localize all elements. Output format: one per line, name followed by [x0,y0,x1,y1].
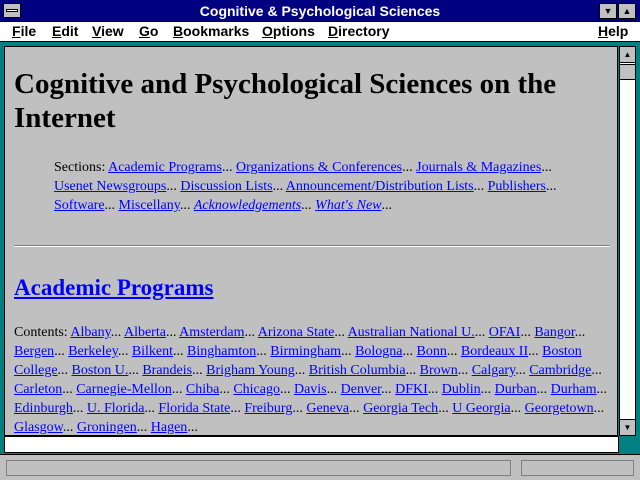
contents-link[interactable]: Calgary [472,363,515,378]
horizontal-rule [14,245,610,247]
menu-options[interactable]: Options [262,23,315,39]
document-view: Cognitive and Psychological Sciences on … [4,46,618,436]
contents-link[interactable]: Bonn [417,344,447,359]
contents-link[interactable]: Brigham Young [206,363,295,378]
sections-link[interactable]: Usenet Newsgroups [54,179,166,194]
menu-bar: File Edit View Go Bookmarks Options Dire… [0,22,640,42]
contents-list: Contents: Albany... Alberta... Amsterdam… [14,325,608,435]
contents-link[interactable]: Bilkent [132,344,173,359]
contents-link[interactable]: Alberta [124,325,166,340]
contents-link[interactable]: Australian National U. [348,325,475,340]
contents-link[interactable]: Freiburg [244,401,292,416]
contents-link[interactable]: OFAI [489,325,521,340]
contents-link[interactable]: Davis [294,382,327,397]
contents-link[interactable]: Chicago [233,382,280,397]
contents-link[interactable]: Brandeis [142,363,192,378]
contents-link[interactable]: U Georgia [452,401,510,416]
window-title: Cognitive & Psychological Sciences [199,3,441,19]
scroll-thumb[interactable] [620,64,635,80]
sections-link[interactable]: What's New [315,198,381,213]
contents-link[interactable]: Durham [551,382,597,397]
contents-link[interactable]: Denver [341,382,381,397]
contents-link[interactable]: Birmingham [270,344,341,359]
scroll-down-button[interactable]: ▼ [620,419,635,435]
page-title: Cognitive and Psychological Sciences on … [14,68,557,134]
contents-link[interactable]: U. Florida [87,401,145,416]
contents-link[interactable]: Geneva [306,401,349,416]
contents-link[interactable]: Amsterdam [179,325,244,340]
progress-indicator [521,460,634,476]
maximize-button[interactable]: ▲ [618,3,636,19]
status-text [6,460,511,476]
sections-link[interactable]: Organizations & Conferences [236,160,402,175]
vertical-scrollbar[interactable]: ▲ ▼ [619,46,636,436]
contents-link[interactable]: DFKI [395,382,428,397]
contents-link[interactable]: Durban [495,382,537,397]
contents-link[interactable]: Binghamton [187,344,256,359]
menu-bookmarks[interactable]: Bookmarks [173,23,249,39]
sections-link[interactable]: Announcement/Distribution Lists [286,179,474,194]
sections-link[interactable]: Acknowledgements [194,198,301,213]
academic-programs-heading[interactable]: Academic Programs [14,275,214,300]
contents-link[interactable]: Groningen [77,420,137,435]
menu-go[interactable]: Go [139,23,158,39]
contents-label: Contents: [14,325,68,340]
contents-link[interactable]: Hagen [151,420,188,435]
minimize-button[interactable]: ▼ [599,3,617,19]
contents-link[interactable]: Albany [70,325,110,340]
sections-label: Sections: [54,160,106,175]
contents-link[interactable]: British Columbia [309,363,406,378]
contents-link[interactable]: Chiba [186,382,219,397]
contents-link[interactable]: Bordeaux II [461,344,528,359]
contents-link[interactable]: Florida State [158,401,230,416]
contents-link[interactable]: Dublin [442,382,481,397]
horizontal-scroll-area [4,436,619,453]
sections-list: Sections: Academic Programs... Organizat… [54,160,557,213]
contents-link[interactable]: Cambridge [529,363,591,378]
sections-link[interactable]: Software [54,198,105,213]
scroll-up-button[interactable]: ▲ [620,47,635,63]
menu-edit[interactable]: Edit [52,23,78,39]
contents-link[interactable]: Glasgow [14,420,63,435]
menu-directory[interactable]: Directory [328,23,389,39]
sections-link[interactable]: Journals & Magazines [416,160,541,175]
menu-view[interactable]: View [92,23,124,39]
sections-link[interactable]: Discussion Lists [180,179,272,194]
contents-link[interactable]: Arizona State [258,325,335,340]
menu-file[interactable]: File [12,23,36,39]
menu-help[interactable]: Help [598,23,628,39]
contents-link[interactable]: Berkeley [68,344,118,359]
contents-link[interactable]: Carnegie-Mellon [76,382,172,397]
sections-link[interactable]: Miscellany [119,198,180,213]
contents-link[interactable]: Carleton [14,382,62,397]
sections-link[interactable]: Academic Programs [108,160,222,175]
contents-link[interactable]: Brown [420,363,458,378]
status-bar [0,454,640,480]
contents-link[interactable]: Bangor [534,325,574,340]
contents-link[interactable]: Boston U. [72,363,129,378]
contents-link[interactable]: Bologna [355,344,402,359]
title-bar: Cognitive & Psychological Sciences ▼ ▲ [0,0,640,22]
contents-link[interactable]: Georgetown [525,401,594,416]
contents-link[interactable]: Georgia Tech [363,401,438,416]
contents-link[interactable]: Bergen [14,344,54,359]
contents-link[interactable]: Edinburgh [14,401,73,416]
sections-link[interactable]: Publishers [488,179,546,194]
